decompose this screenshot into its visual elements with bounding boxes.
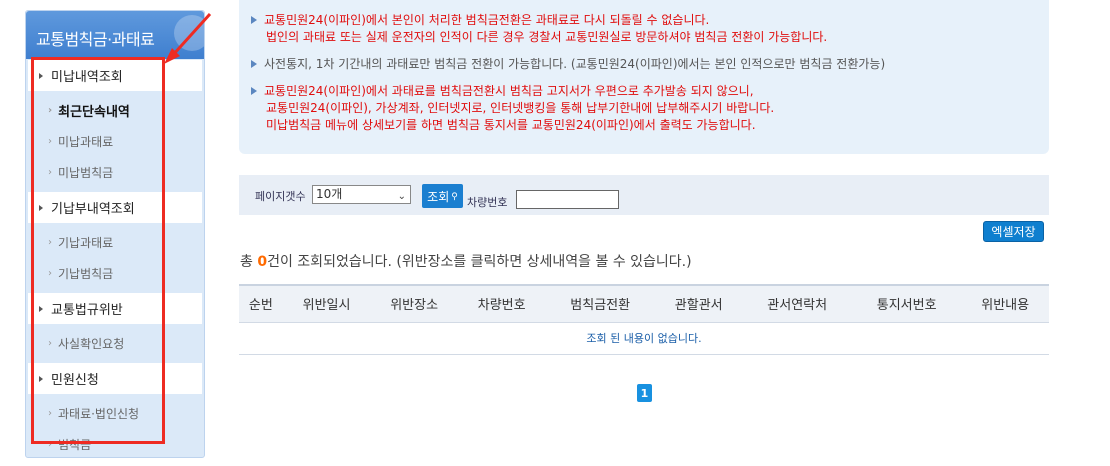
table-header-cell: 관할관서 [654, 284, 743, 323]
sidebar-subgroup: › 과태료·법인신청 › 범칙금 [28, 394, 202, 464]
search-button[interactable]: 조회 ⚲ [422, 184, 463, 208]
triangle-bullet-icon [251, 16, 257, 24]
sidebar-subitem-fact-check[interactable]: › 사실확인요청 [28, 328, 202, 359]
table-header-cell: 관서연락처 [742, 284, 852, 323]
sidebar-subgroup: › 최근단속내역 › 미납과태료 › 미납범칙금 [28, 91, 202, 192]
search-bar: 페이지갯수 10개 ⌄ 조회 ⚲ 차량번호 [239, 175, 1049, 215]
chevron-right-icon: › [48, 408, 52, 419]
chevron-right-icon: › [48, 167, 52, 178]
triangle-bullet-icon [251, 60, 257, 68]
sidebar-subitem-label: 과태료·법인신청 [58, 407, 140, 421]
triangle-right-icon [39, 204, 43, 211]
header-decoration-icon [174, 15, 204, 51]
chevron-right-icon: › [48, 268, 52, 279]
chevron-right-icon: › [48, 136, 52, 147]
search-button-label: 조회 [427, 189, 450, 204]
car-number-input[interactable] [516, 190, 619, 209]
sidebar-subitem-recent[interactable]: › 최근단속내역 [28, 95, 202, 126]
notice-text: 교통민원24(이파인)에서 과태료를 범칙금전환시 범칙금 고지서가 우편으로 … [264, 84, 754, 98]
table-row: 조회 된 내용이 없습니다. [239, 322, 1049, 355]
notice-text: 사전통지, 1차 기간내의 과태료만 범칙금 전환이 가능합니다. (교통민원2… [264, 57, 886, 71]
result-prefix: 총 [240, 254, 258, 270]
violation-table: 순번 위반일시 위반장소 차량번호 범칙금전환 관할관서 관서연락처 통지서번호… [239, 284, 1049, 355]
notice-text: 법인의 과태료 또는 실제 운전자의 인적이 다른 경우 경찰서 교통민원실로 … [266, 30, 828, 44]
page-size-label: 페이지갯수 [255, 190, 306, 203]
sidebar-subitem-label: 최근단속내역 [58, 105, 130, 120]
page-size-select[interactable]: 10개 ⌄ [312, 185, 411, 204]
notice-text: 교통민원24(이파인)에서 본인이 처리한 범칙금전환은 과태료로 다시 되돌릴… [264, 13, 710, 27]
sidebar-item-label: 교통법규위반 [51, 303, 123, 318]
table-header-cell: 위반일시 [282, 284, 371, 323]
sidebar-subitem-paid-penalty[interactable]: › 기납범칙금 [28, 258, 202, 289]
table-header-cell: 위반내용 [961, 284, 1049, 323]
page-size-value: 10개 [316, 187, 343, 201]
chevron-right-icon: › [48, 237, 52, 248]
sidebar-menu: 미납내역조회 › 최근단속내역 › 미납과태료 › 미납범칙금 기납부내역조회 … [28, 60, 202, 464]
sidebar-item-label: 미납내역조회 [51, 70, 123, 85]
sidebar-subitem-fine-corp[interactable]: › 과태료·법인신청 [28, 398, 202, 429]
search-icon: ⚲ [451, 190, 458, 201]
sidebar-subitem-paid-fine[interactable]: › 기납과태료 [28, 227, 202, 258]
table-header-cell: 차량번호 [457, 284, 546, 323]
chevron-down-icon: ⌄ [397, 191, 406, 202]
car-number-label: 차량번호 [467, 196, 508, 209]
sidebar-subitem-unpaid-penalty[interactable]: › 미납범칙금 [28, 157, 202, 188]
triangle-right-icon [39, 375, 43, 382]
table-header-cell: 위반장소 [370, 284, 458, 323]
notice-paragraph-2: 사전통지, 1차 기간내의 과태료만 범칙금 전환이 가능합니다. (교통민원2… [239, 56, 1049, 73]
table-header-cell: 통지서번호 [851, 284, 962, 323]
sidebar-subitem-label: 기납범칙금 [58, 267, 114, 281]
notice-paragraph-1: 교통민원24(이파인)에서 본인이 처리한 범칙금전환은 과태료로 다시 되돌릴… [239, 12, 1049, 46]
notice-paragraph-3: 교통민원24(이파인)에서 과태료를 범칙금전환시 범칙금 고지서가 우편으로 … [239, 83, 1049, 134]
sidebar-title: 교통범칙금·과태료 [36, 30, 155, 49]
result-suffix: 건이 조회되었습니다. (위반장소를 클릭하면 상세내역을 볼 수 있습니다.) [267, 254, 692, 270]
table-header-row: 순번 위반일시 위반장소 차량번호 범칙금전환 관할관서 관서연락처 통지서번호… [239, 284, 1049, 323]
sidebar-subitem-unpaid-fine[interactable]: › 미납과태료 [28, 126, 202, 157]
sidebar-item-civil-request[interactable]: 민원신청 [28, 363, 202, 394]
empty-message: 조회 된 내용이 없습니다. [239, 322, 1049, 355]
chevron-right-icon: › [48, 105, 53, 116]
sidebar-subitem-label: 미납과태료 [58, 135, 114, 149]
excel-save-button[interactable]: 엑셀저장 [983, 221, 1044, 242]
sidebar-item-traffic-violation[interactable]: 교통법규위반 [28, 293, 202, 324]
sidebar-item-paid-lookup[interactable]: 기납부내역조회 [28, 192, 202, 223]
triangle-right-icon [39, 72, 43, 79]
table-header-cell: 범칙금전환 [545, 284, 655, 323]
sidebar-header: 교통범칙금·과태료 [26, 11, 204, 59]
chevron-right-icon: › [48, 439, 52, 450]
result-summary: 총 0건이 조회되었습니다. (위반장소를 클릭하면 상세내역을 볼 수 있습니… [240, 251, 692, 271]
notice-box: 교통민원24(이파인)에서 본인이 처리한 범칙금전환은 과태료로 다시 되돌릴… [239, 0, 1049, 154]
triangle-bullet-icon [251, 87, 257, 95]
sidebar-subitem-label: 사실확인요청 [58, 337, 125, 351]
notice-text: 교통민원24(이파인), 가상계좌, 인터넷지로, 인터넷뱅킹을 통해 납부기한… [266, 101, 775, 115]
sidebar-subgroup: › 기납과태료 › 기납범칙금 [28, 223, 202, 293]
pagination-page-1[interactable]: 1 [637, 384, 652, 402]
sidebar: 교통범칙금·과태료 미납내역조회 › 최근단속내역 › 미납과태료 › 미납범칙… [25, 10, 205, 458]
triangle-right-icon [39, 305, 43, 312]
sidebar-subitem-label: 기납과태료 [58, 236, 114, 250]
sidebar-subitem-penalty[interactable]: › 범칙금 [28, 429, 202, 460]
notice-text: 미납범칙금 메뉴에 상세보기를 하면 범칙금 통지서를 교통민원24(이파인)에… [266, 118, 756, 132]
sidebar-subgroup: › 사실확인요청 [28, 324, 202, 363]
chevron-right-icon: › [48, 338, 52, 349]
result-count: 0 [257, 254, 268, 270]
sidebar-subitem-label: 범칙금 [58, 438, 92, 452]
sidebar-item-unpaid-lookup[interactable]: 미납내역조회 [28, 60, 202, 91]
sidebar-subitem-label: 미납범칙금 [58, 166, 114, 180]
sidebar-item-label: 기납부내역조회 [51, 202, 135, 217]
sidebar-item-label: 민원신청 [51, 373, 99, 388]
table-header-cell: 순번 [239, 284, 283, 323]
